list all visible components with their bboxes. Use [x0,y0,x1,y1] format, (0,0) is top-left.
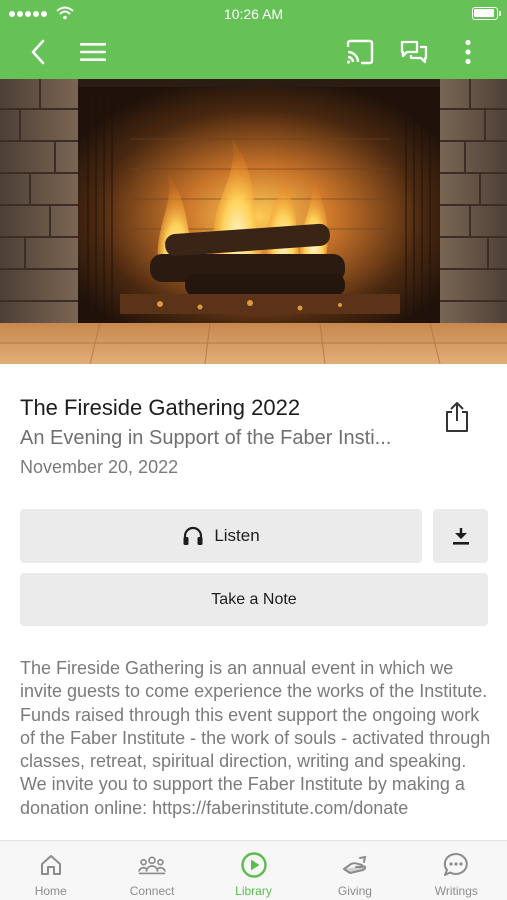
battery-icon [472,7,501,20]
status-time: 10:26 AM [223,6,284,22]
tab-label: Writings [434,884,478,898]
share-icon [446,402,468,432]
page-title: The Fireside Gathering 2022 [20,395,301,420]
take-note-label: Take a Note [211,590,297,608]
more-options-button[interactable] [450,34,486,70]
people-icon [138,856,167,875]
fireplace-image [0,79,507,364]
menu-button[interactable] [75,34,111,70]
tab-giving[interactable]: Giving [304,841,405,900]
event-date: November 20, 2022 [20,457,179,477]
chat-icon [400,40,428,64]
status-bar: 10:26 AM [0,0,507,28]
share-button[interactable] [441,400,473,434]
headphones-icon [183,526,203,545]
home-icon [40,855,61,875]
tab-label: Home [34,884,67,898]
tab-label: Connect [129,884,175,898]
tab-home[interactable]: Home [0,841,101,900]
cast-icon [346,39,374,65]
menu-icon [80,43,106,61]
app-bar: 10:26 AM [0,0,507,79]
tab-label: Library [235,884,272,898]
play-circle-icon [240,852,267,878]
more-vert-icon [465,39,471,65]
chat-button[interactable] [396,34,432,70]
tab-bar: Home Connect Library Giving Writings [0,840,507,900]
giving-hand-icon [342,855,367,874]
download-icon [452,528,469,545]
cast-button[interactable] [342,34,378,70]
take-note-button[interactable]: Take a Note [20,573,488,626]
description: The Fireside Gathering is an annual even… [20,658,491,818]
download-button[interactable] [433,509,488,563]
back-button[interactable] [20,34,56,70]
subtitle: An Evening in Support of the Faber Insti… [20,427,392,449]
listen-label: Listen [214,526,260,545]
listen-button[interactable]: Listen [20,509,422,563]
chat-bubble-icon [444,852,469,876]
tab-connect[interactable]: Connect [101,841,202,900]
tab-writings[interactable]: Writings [406,841,507,900]
back-arrow-icon [31,39,45,65]
tab-label: Giving [337,884,372,898]
hero-image [0,79,507,364]
tab-library[interactable]: Library [203,841,304,900]
